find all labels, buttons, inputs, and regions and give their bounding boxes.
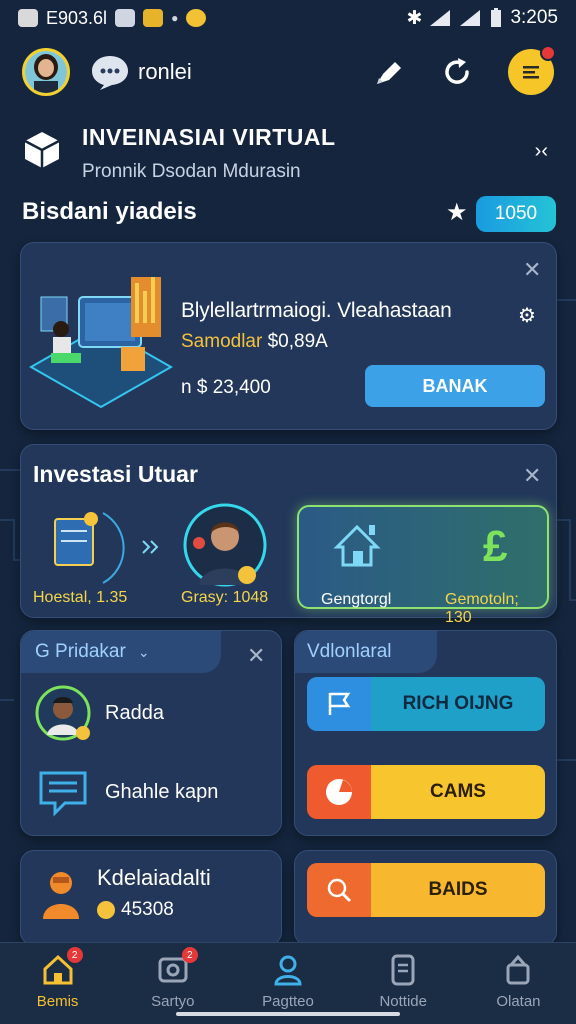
status-bar: E903.6l ● ✱ 3:205 [0,0,576,36]
video-tab[interactable]: Vdlonlaral [295,631,437,673]
user-icon [271,953,305,987]
message-icon [115,9,136,27]
investasi-right-icons: £ [333,522,508,571]
pie-icon [307,765,371,819]
menu-button[interactable] [508,45,556,95]
gear-icon[interactable]: ⚙ [518,303,536,328]
predikar-tab[interactable]: G Pridakar ⌄ [21,631,221,673]
nav-item-bemis[interactable]: 2 Bemis [0,943,115,1024]
nav-item-olatan[interactable]: Olatan [461,943,576,1024]
chevron-down-icon: ⌄ [137,643,150,660]
cams-button[interactable]: CAMS [307,765,545,819]
bluetooth-icon: ✱ [406,7,423,29]
baids-label: BAIDS [371,863,545,917]
kd-coins: 45308 [97,899,174,921]
coin-icon [97,901,115,919]
nav-label: Pagtteo [262,993,314,1010]
investasi-title: Investasi Utuar [33,461,198,487]
page-header: INVEINASIAI VIRTUAL Pronnik Dsodan Mdura… [22,118,554,188]
profile-icon [501,953,535,987]
refresh-button[interactable] [440,55,474,89]
menu-icon [523,66,539,79]
promo-price: n $ 23,400 [181,377,271,398]
baids-card: BAIDS [294,850,557,946]
app-icon [143,9,164,27]
wallet-icon [386,953,420,987]
video-card: Vdlonlaral RICH OIJNG CAMS [294,630,557,836]
flag-icon [307,677,371,731]
avatar[interactable] [22,48,70,96]
chat-bubble-icon[interactable] [90,54,130,90]
notification-icon [18,9,38,27]
person-avatar-icon [35,685,91,741]
cube-icon [24,132,60,168]
section-title: Bisdani yiadeis [22,198,197,225]
status-time: 3:205 [510,7,558,28]
kd-title: Kdelaiadalti [97,865,211,890]
promo-close-icon[interactable]: ✕ [523,257,541,283]
menu-badge [540,45,556,61]
refresh-icon [445,58,469,84]
investasi-flow-graphic [54,503,267,587]
predikar-item-2[interactable]: Ghahle kapn [35,767,218,817]
page-title: INVEINASIAI VIRTUAL [82,124,336,150]
svg-text:£: £ [483,522,508,571]
battery-icon [491,8,502,27]
home-indicator[interactable] [176,1012,400,1016]
promo-card: ✕ Blylellartrmaiogi. Vleahastaan ⚙ Samod… [20,242,557,430]
avatar-face-icon [25,51,67,93]
trading-desk-illustration [28,277,174,409]
promo-sub-price: $0,89A [267,331,328,352]
status-left-text: E903.6l [46,7,108,28]
signal-icon [430,10,451,26]
star-icon: ★ [446,199,468,226]
rich-oijng-button[interactable]: RICH OIJNG [307,677,545,731]
rich-oijng-label: RICH OIJNG [371,677,545,731]
investasi-mid-label: Grasy: 1048 [181,589,269,606]
pen-button[interactable] [372,55,406,89]
search-person-icon [307,863,371,917]
score-badge[interactable]: 1050 [476,196,556,232]
nav-label: Bemis [36,993,79,1010]
promo-subtitle: Samodlar $0,89A [181,331,328,353]
emoji-icon [186,9,207,27]
nav-label: Olatan [496,993,541,1010]
nav-badge: 2 [66,947,83,963]
cams-label: CAMS [371,765,545,819]
page-subtitle: Pronnik Dsodan Mdurasin [82,161,301,182]
top-bar: ronlei [0,38,576,106]
promo-sub-label: Samodlar [181,331,263,352]
person-icon [43,872,79,919]
collapse-icon[interactable]: ›‹ [535,140,548,163]
baids-button[interactable]: BAIDS [307,863,545,917]
investasi-right-panel[interactable]: £ Gengtorgl Gemotoln; 130 [297,505,549,626]
signal-icon-2 [460,10,481,26]
username: ronlei [138,59,192,84]
predikar-item-1-label: Radda [105,701,164,724]
promo-title: Blylellartrmaiogi. Vleahastaan [181,299,452,322]
nav-label: Nottide [379,993,427,1010]
kdelaiadalti-card[interactable]: Kdelaiadalti 45308 [20,850,282,946]
kd-coins-value: 45308 [121,899,174,920]
predikar-card: G Pridakar ⌄ ✕ Radda Ghahle kapn [20,630,282,836]
predikar-close-icon[interactable]: ✕ [247,643,265,669]
investasi-left-label: Hoestal, 1.35 [33,589,128,606]
predikar-tab-label: G Pridakar [35,641,126,662]
investasi-right-label-1: Gengtorgl [321,591,392,608]
banak-button[interactable]: BANAK [365,365,545,407]
predikar-item-1[interactable]: Radda [35,685,164,741]
predikar-item-2-label: Ghahle kapn [105,780,219,803]
dot-icon: ● [171,11,179,25]
investasi-card: Investasi Utuar ✕ Hoestal, 1.35 Grasy: 1… [20,444,557,626]
camera-icon: 2 [156,947,198,987]
chat-list-icon [39,771,87,817]
home-icon: 2 [41,947,83,987]
investasi-right-label-2: Gemotoln; 130 [445,591,519,626]
investasi-close-icon[interactable]: ✕ [523,463,541,489]
nav-badge: 2 [181,947,198,963]
pen-icon [377,62,401,84]
nav-label: Sartyo [151,993,195,1010]
